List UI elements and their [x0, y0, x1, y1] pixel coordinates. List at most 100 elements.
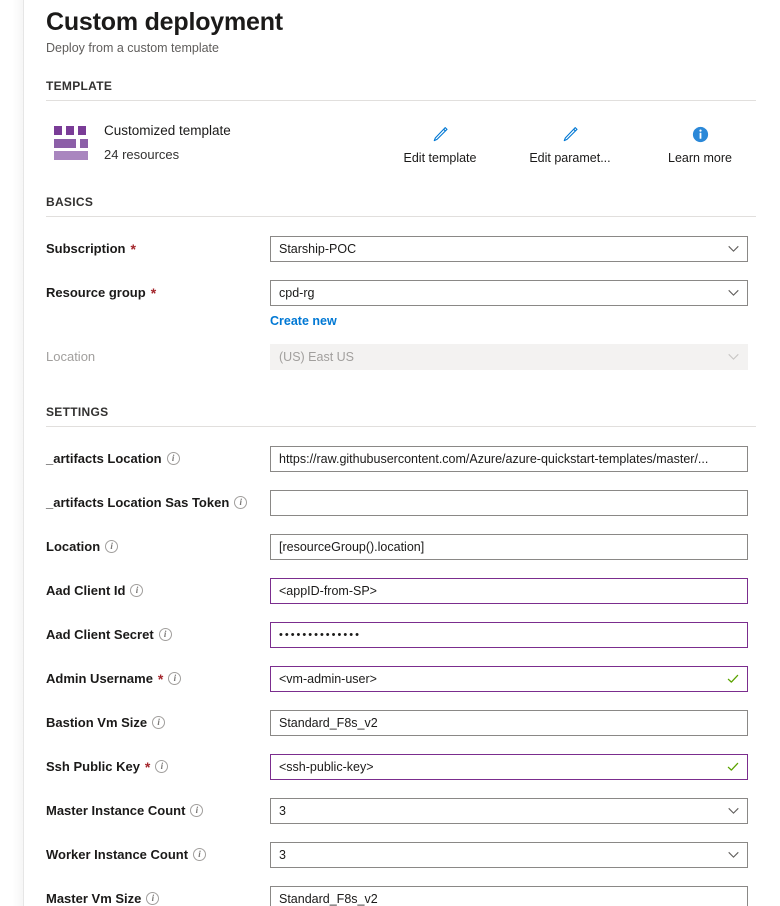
info-icon[interactable]: i: [130, 584, 144, 597]
chevron-down-icon[interactable]: [728, 805, 739, 816]
field-label-master-instance-count: Master Instance Count i: [46, 803, 270, 818]
field-value: <vm-admin-user>: [279, 671, 377, 686]
label-text: Admin Username: [46, 671, 153, 686]
chevron-down-icon[interactable]: [728, 351, 739, 362]
template-name: Customized template: [104, 123, 231, 138]
select-worker-instance-count[interactable]: 3: [270, 841, 748, 868]
form-row-admin-username: Admin Username * i <vm-admin-user>: [46, 659, 756, 698]
label-text: Location: [46, 349, 96, 364]
edit-template-button[interactable]: Edit template: [394, 122, 486, 165]
section-divider-basics: [46, 216, 756, 217]
section-heading-template: TEMPLATE: [46, 79, 113, 93]
field-label-aad-client-id: Aad Client Id i: [46, 583, 270, 598]
text-field-artifacts-location-sas-token[interactable]: [270, 489, 748, 516]
custom-deployment-blade: . . . . . . . . . . Custom deployment De…: [0, 0, 780, 906]
info-icon[interactable]: i: [234, 496, 248, 509]
select-master-instance-count[interactable]: 3: [270, 797, 748, 824]
section-divider-settings: [46, 426, 756, 427]
info-icon[interactable]: i: [190, 804, 204, 817]
text-field-artifacts-location[interactable]: https://raw.githubusercontent.com/Azure/…: [270, 445, 748, 472]
info-icon[interactable]: i: [155, 760, 169, 773]
info-icon[interactable]: i: [152, 716, 166, 729]
field-label-aad-client-secret: Aad Client Secret i: [46, 627, 270, 642]
form-row-location: Location (US) East US: [46, 337, 756, 376]
field-value: Starship-POC: [279, 241, 357, 256]
edit-parameters-label: Edit paramet...: [529, 150, 611, 165]
info-icon[interactable]: i: [146, 892, 160, 905]
required-asterisk: *: [144, 758, 151, 775]
field-label-bastion-vm-size: Bastion Vm Size i: [46, 715, 270, 730]
form-row-location: Location i [resourceGroup().location]: [46, 527, 756, 566]
chevron-down-icon[interactable]: [728, 849, 739, 860]
section-heading-basics: BASICS: [46, 195, 94, 209]
pencil-icon: [562, 122, 579, 148]
form-row-artifacts-location: _artifacts Location i https://raw.githubus…: [46, 439, 756, 478]
create-new-link[interactable]: Create new: [270, 314, 337, 328]
label-text: Aad Client Id: [46, 583, 126, 598]
form-row-bastion-vm-size: Bastion Vm Size i Standard_F8s_v2: [46, 703, 756, 742]
required-asterisk: *: [157, 670, 164, 687]
form-row-worker-instance-count: Worker Instance Count i 3: [46, 835, 756, 874]
label-text: Aad Client Secret: [46, 627, 154, 642]
label-text: Resource group: [46, 285, 146, 300]
text-field-ssh-public-key[interactable]: <ssh-public-key>: [270, 753, 748, 780]
page-subtitle: Deploy from a custom template: [46, 41, 219, 55]
field-label-location: Location i: [46, 539, 270, 554]
info-icon[interactable]: i: [166, 452, 180, 465]
password-field-aad-client-secret[interactable]: ••••••••••••••: [270, 621, 748, 648]
blade-left-shadow: [12, 0, 23, 906]
learn-more-label: Learn more: [668, 150, 732, 165]
settings-form: _artifacts Location i https://raw.githubus…: [46, 439, 756, 906]
required-asterisk: *: [150, 284, 157, 301]
label-text: Master Instance Count: [46, 803, 186, 818]
field-label-ssh-public-key: Ssh Public Key * i: [46, 759, 270, 774]
template-card: Customized template 24 resources Edit te…: [46, 115, 756, 171]
form-row-subscription: Subscription * Starship-POC: [46, 229, 756, 268]
field-value: Standard_F8s_v2: [279, 891, 378, 906]
select-location: (US) East US: [270, 343, 748, 370]
form-row-resource-group: Resource group * cpd-rg: [46, 273, 756, 312]
pencil-icon: [432, 122, 449, 148]
info-icon[interactable]: i: [105, 540, 119, 553]
label-text: Subscription: [46, 241, 126, 256]
template-actions: Edit template Edit paramet... Learn more: [394, 122, 756, 165]
select-resource-group[interactable]: cpd-rg: [270, 279, 748, 306]
blade-content: Custom deployment Deploy from a custom t…: [24, 0, 780, 906]
required-asterisk: *: [130, 240, 136, 257]
label-text: Bastion Vm Size: [46, 715, 148, 730]
info-icon[interactable]: i: [168, 672, 182, 685]
form-row-master-vm-size: Master Vm Size i Standard_F8s_v2: [46, 879, 756, 906]
valid-check-icon: [727, 761, 739, 773]
text-field-aad-client-id[interactable]: <appID-from-SP>: [270, 577, 748, 604]
field-label-worker-instance-count: Worker Instance Count i: [46, 847, 270, 862]
field-value: cpd-rg: [279, 285, 315, 300]
learn-more-button[interactable]: Learn more: [654, 122, 746, 165]
field-label-resource-group: Resource group *: [46, 285, 270, 300]
field-label-admin-username: Admin Username * i: [46, 671, 270, 686]
form-row-master-instance-count: Master Instance Count i 3: [46, 791, 756, 830]
field-value: <appID-from-SP>: [279, 583, 377, 598]
valid-check-icon: [727, 673, 739, 685]
form-row-aad-client-secret: Aad Client Secret i ••••••••••••••: [46, 615, 756, 654]
field-value: (US) East US: [279, 349, 355, 364]
basics-form: Subscription * Starship-POC Resource group *…: [46, 229, 756, 381]
label-text: Ssh Public Key: [46, 759, 140, 774]
field-label-subscription: Subscription *: [46, 241, 270, 256]
field-value: 3: [279, 803, 286, 818]
field-value: Standard_F8s_v2: [279, 715, 378, 730]
field-value: [resourceGroup().location]: [279, 539, 425, 554]
text-field-admin-username[interactable]: <vm-admin-user>: [270, 665, 748, 692]
chevron-down-icon[interactable]: [728, 243, 739, 254]
edit-parameters-button[interactable]: Edit paramet...: [524, 122, 616, 165]
field-value: https://raw.githubusercontent.com/Azure/…: [279, 451, 709, 466]
label-text: Master Vm Size: [46, 891, 142, 906]
info-icon[interactable]: i: [158, 628, 172, 641]
text-field-bastion-vm-size[interactable]: Standard_F8s_v2: [270, 709, 748, 736]
info-icon[interactable]: i: [193, 848, 207, 861]
select-subscription[interactable]: Starship-POC: [270, 235, 748, 262]
text-field-location[interactable]: [resourceGroup().location]: [270, 533, 748, 560]
text-field-master-vm-size[interactable]: Standard_F8s_v2: [270, 885, 748, 906]
template-grid-icon: [54, 126, 88, 160]
field-value: ••••••••••••••: [279, 628, 361, 641]
chevron-down-icon[interactable]: [728, 287, 739, 298]
